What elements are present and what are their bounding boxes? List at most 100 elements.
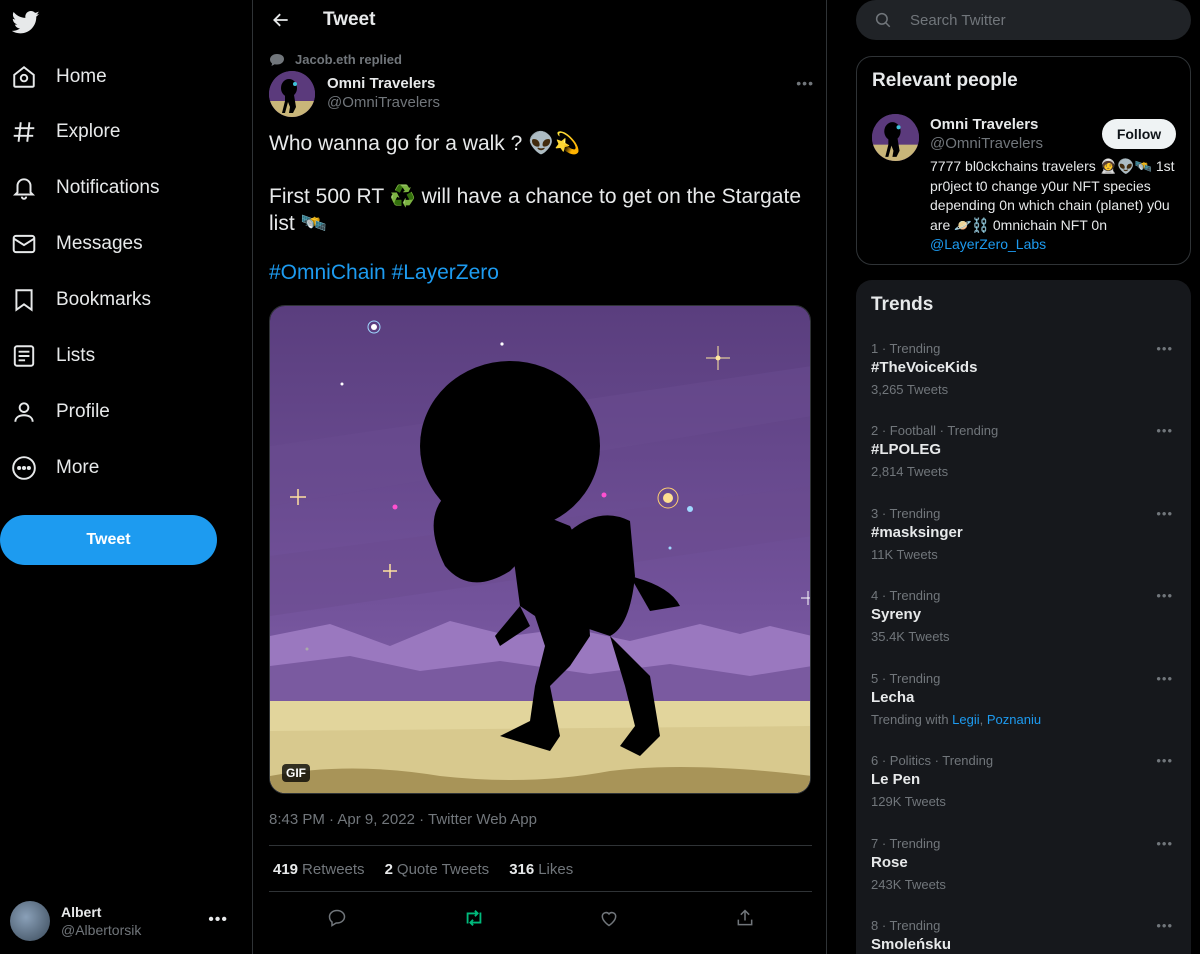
nav-profile[interactable]: Profile	[10, 390, 110, 434]
nav-home[interactable]: Home	[10, 55, 107, 99]
trend-meta: 4 · Trending	[871, 588, 941, 603]
nav-lists[interactable]: Lists	[10, 334, 95, 378]
bio-mention-link[interactable]: @LayerZero_Labs	[930, 236, 1046, 252]
trend-item[interactable]: 5 · Trending Lecha Trending with Legii, …	[856, 671, 1191, 753]
tweet-line: Who wanna go for a walk ? 👽💫	[269, 132, 581, 155]
share-icon[interactable]	[730, 903, 760, 933]
more-dots-icon[interactable]: •••	[1156, 753, 1173, 768]
avatar	[10, 901, 50, 941]
trend-item[interactable]: 1 · Trending #TheVoiceKids 3,265 Tweets …	[856, 341, 1191, 423]
search-input[interactable]	[910, 11, 1170, 29]
more-dots-icon[interactable]: •••	[1156, 918, 1173, 933]
envelope-icon	[10, 230, 38, 258]
search-bar[interactable]	[856, 0, 1191, 40]
tweet-compose-button[interactable]: Tweet	[0, 515, 217, 565]
trend-item[interactable]: 8 · Trending Smoleńsku •••	[856, 918, 1191, 954]
account-name: Albert	[61, 904, 102, 920]
hashtag-link[interactable]: #OmniChain	[269, 261, 386, 284]
trend-name: Syreny	[871, 606, 922, 623]
back-arrow-icon[interactable]	[269, 8, 293, 32]
trend-item[interactable]: 3 · Trending #masksinger 11K Tweets •••	[856, 506, 1191, 588]
quote-tweets-stat[interactable]: 2 Quote Tweets	[385, 861, 490, 878]
trend-meta: 2 · Football · Trending	[871, 423, 999, 438]
trend-count: 3,265 Tweets	[871, 382, 949, 397]
account-switcher[interactable]: Albert @Albertorsik •••	[10, 898, 242, 944]
tweet-detail-column: Tweet Jacob.eth replied Omni Travelers @…	[252, 0, 827, 954]
author-handle[interactable]: @OmniTravelers	[327, 94, 440, 111]
replied-label: Jacob.eth replied	[295, 52, 402, 67]
gif-badge: GIF	[282, 764, 310, 782]
trend-count: 11K Tweets	[871, 547, 938, 562]
retweets-stat[interactable]: 419 Retweets	[273, 861, 365, 878]
likes-label: Likes	[538, 861, 574, 878]
gif-artwork	[270, 306, 810, 793]
trend-count: 35.4K Tweets	[871, 629, 950, 644]
more-dots-icon[interactable]: •••	[1156, 671, 1173, 686]
trend-name: #masksinger	[871, 524, 963, 541]
quote-label: Quote Tweets	[396, 861, 490, 878]
heart-icon[interactable]	[594, 903, 624, 933]
hashtag-link[interactable]: #LayerZero	[392, 261, 499, 284]
hashtag-icon	[10, 118, 38, 146]
trend-meta: 1 · Trending	[871, 341, 941, 356]
quote-count: 2	[384, 861, 393, 878]
retweet-icon[interactable]	[459, 903, 489, 933]
nav-label: Messages	[56, 233, 143, 254]
nav-notifications[interactable]: Notifications	[10, 166, 160, 210]
trend-related-link[interactable]: Poznaniu	[987, 712, 1041, 727]
more-dots-icon[interactable]: •••	[796, 75, 814, 91]
more-dots-icon[interactable]: •••	[1156, 836, 1173, 851]
nav-more[interactable]: More	[10, 446, 99, 490]
likes-stat[interactable]: 316 Likes	[509, 861, 573, 878]
trends-panel: Trends 1 · Trending #TheVoiceKids 3,265 …	[856, 280, 1191, 954]
divider	[269, 845, 812, 846]
tweet-stats: 419 Retweets 2 Quote Tweets 316 Likes	[273, 861, 593, 878]
retweets-label: Retweets	[302, 861, 365, 878]
trend-count: Trending with Legii, Poznaniu	[871, 712, 1041, 727]
trend-with-label: Trending with	[871, 712, 953, 727]
trend-name: #LPOLEG	[871, 441, 942, 458]
nav-bookmarks[interactable]: Bookmarks	[10, 278, 151, 322]
more-dots-icon[interactable]: •••	[1156, 588, 1173, 603]
nav-label: Bookmarks	[56, 289, 152, 310]
author-name[interactable]: Omni Travelers	[327, 75, 435, 92]
list-icon	[10, 342, 38, 370]
trend-item[interactable]: 7 · Trending Rose 243K Tweets •••	[856, 836, 1191, 918]
trend-item[interactable]: 6 · Politics · Trending Le Pen 129K Twee…	[856, 753, 1191, 835]
tweet-gif-media[interactable]: GIF	[269, 305, 811, 794]
trend-name: Lecha	[871, 689, 915, 706]
trend-meta: 8 · Trending	[871, 918, 941, 933]
home-icon	[10, 63, 38, 91]
trend-item[interactable]: 4 · Trending Syreny 35.4K Tweets •••	[856, 588, 1191, 670]
trend-meta: 6 · Politics · Trending	[871, 753, 994, 768]
nav-label: Lists	[56, 345, 96, 366]
more-dots-icon[interactable]: •••	[1156, 506, 1173, 521]
trend-meta: 7 · Trending	[871, 836, 941, 851]
person-avatar[interactable]	[872, 114, 919, 161]
tweet-line: First 500 RT ♻️ will have a chance to ge…	[269, 185, 801, 235]
more-dots-icon[interactable]: •••	[1156, 341, 1173, 356]
more-dots-icon[interactable]: •••	[1156, 423, 1173, 438]
nav-label: Explore	[56, 121, 121, 142]
follow-button[interactable]: Follow	[1102, 119, 1176, 149]
twitter-logo-icon[interactable]	[11, 8, 40, 36]
trend-count: 2,814 Tweets	[871, 464, 949, 479]
person-handle[interactable]: @OmniTravelers	[930, 135, 1043, 152]
reply-icon[interactable]	[322, 903, 352, 933]
trends-title: Trends	[871, 294, 934, 315]
trend-related-link[interactable]: Legii	[952, 712, 979, 727]
speech-bubble-icon	[269, 53, 285, 67]
bio-text: 7777 bl0ckchains travelers 🧑‍🚀👽🛰️ 1st pr…	[930, 158, 1175, 233]
author-avatar[interactable]	[269, 71, 315, 117]
account-handle: @Albertorsik	[61, 922, 142, 938]
tweet-timestamp[interactable]: 8:43 PM · Apr 9, 2022 · Twitter Web App	[269, 811, 537, 828]
more-circle-icon	[10, 454, 38, 482]
nav-explore[interactable]: Explore	[10, 110, 120, 154]
person-bio: 7777 bl0ckchains travelers 🧑‍🚀👽🛰️ 1st pr…	[930, 157, 1180, 255]
person-name[interactable]: Omni Travelers	[930, 116, 1038, 133]
trend-count: 243K Tweets	[871, 877, 946, 892]
trend-name: #TheVoiceKids	[871, 359, 978, 376]
left-nav: Home Explore Notifications Messages Book…	[0, 0, 252, 954]
trend-item[interactable]: 2 · Football · Trending #LPOLEG 2,814 Tw…	[856, 423, 1191, 505]
nav-messages[interactable]: Messages	[10, 222, 143, 266]
